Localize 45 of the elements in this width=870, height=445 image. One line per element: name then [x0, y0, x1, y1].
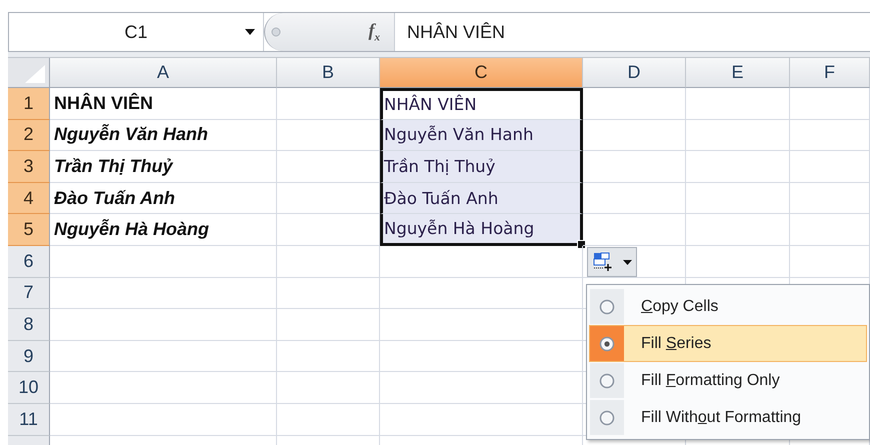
row-header[interactable]: 9	[8, 340, 50, 372]
row-header[interactable]: 1	[8, 88, 50, 120]
radio-icon	[599, 410, 615, 426]
row-header[interactable]: 8	[8, 309, 50, 341]
column-header[interactable]: A	[50, 58, 277, 88]
caret-icon	[245, 29, 255, 35]
row-header[interactable]: 7	[8, 278, 50, 310]
row-header[interactable]: 2	[8, 120, 50, 152]
fill-handle[interactable]	[577, 240, 586, 249]
radio-icon	[599, 372, 615, 388]
menu-item[interactable]: Fill Series	[589, 325, 867, 362]
triangle-icon	[25, 65, 45, 83]
table-cell: Nguyễn Văn Hanh	[384, 125, 534, 144]
menu-item[interactable]: Copy Cells	[589, 288, 867, 325]
formula-splitter[interactable]: f$_{x}$	[264, 13, 394, 51]
caret-icon	[622, 260, 632, 264]
table-cell: NHÂN VIÊN	[54, 92, 154, 114]
autofill-options-button[interactable]	[587, 247, 637, 277]
handle-icon	[271, 27, 281, 37]
table-cell: Đào Tuấn Anh	[54, 188, 175, 209]
row-header[interactable]: 5	[8, 214, 50, 246]
row-header[interactable]: 11	[8, 404, 50, 436]
row-header[interactable]: 4	[8, 182, 50, 214]
row-header[interactable]: 6	[8, 246, 50, 278]
column-header[interactable]: D	[583, 58, 686, 88]
column-header[interactable]: C	[380, 58, 583, 88]
column-header[interactable]: B	[277, 58, 380, 88]
table-cell: Đào Tuấn Anh	[384, 188, 498, 208]
insert-function-button[interactable]: f$_{x}$	[368, 20, 388, 44]
radio-icon	[599, 336, 615, 352]
formula-field[interactable]: NHÂN VIÊN	[394, 13, 870, 51]
row-header[interactable]: 3	[8, 151, 50, 183]
table-cell: Trần Thị Thuỷ	[54, 156, 173, 177]
table-cell: Nguyễn Hà Hoàng	[54, 219, 210, 240]
table-cell: Nguyễn Hà Hoàng	[384, 219, 534, 238]
row-header[interactable]: 10	[8, 372, 50, 404]
table-cell: Nguyễn Văn Hanh	[54, 124, 208, 146]
column-header[interactable]: F	[790, 58, 870, 88]
column-header[interactable]: E	[686, 58, 790, 88]
menu-item[interactable]: Fill Without Formatting	[589, 399, 867, 436]
name-box[interactable]: C1	[9, 13, 264, 51]
table-cell: Trần Thị Thuỷ	[384, 156, 496, 176]
menu-item[interactable]: Fill Formatting Only	[589, 362, 867, 399]
table-cell: NHÂN VIÊN	[384, 95, 477, 114]
radio-icon	[599, 298, 615, 314]
